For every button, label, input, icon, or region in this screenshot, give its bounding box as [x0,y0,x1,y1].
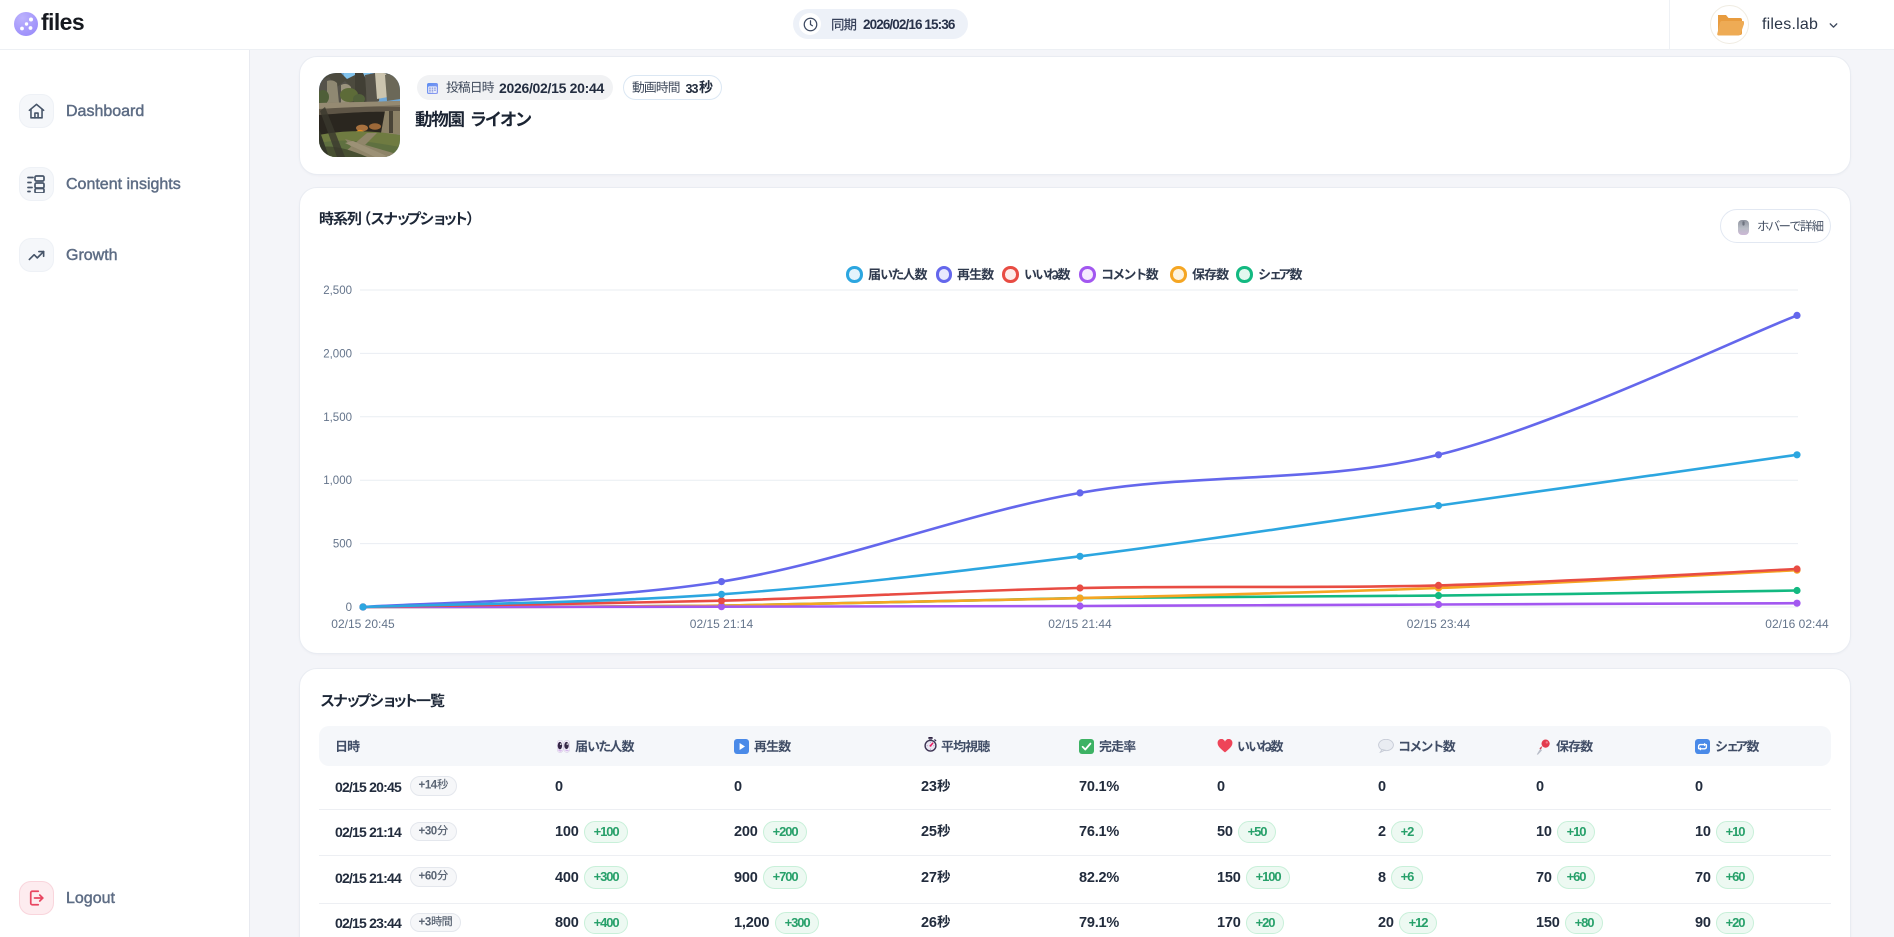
svg-text:0: 0 [346,602,352,614]
svg-text:1,500: 1,500 [323,412,352,424]
svg-text:02/15 20:45: 02/15 20:45 [331,617,395,631]
svg-text:02/15 21:14: 02/15 21:14 [690,617,754,631]
svg-text:02/15 21:44: 02/15 21:44 [1048,617,1112,631]
svg-text:1,000: 1,000 [323,475,352,487]
svg-text:02/15 23:44: 02/15 23:44 [1407,617,1471,631]
svg-text:500: 500 [333,539,352,551]
svg-text:2,500: 2,500 [323,285,352,297]
svg-text:02/16 02:44: 02/16 02:44 [1765,617,1829,631]
svg-text:2,000: 2,000 [323,348,352,360]
